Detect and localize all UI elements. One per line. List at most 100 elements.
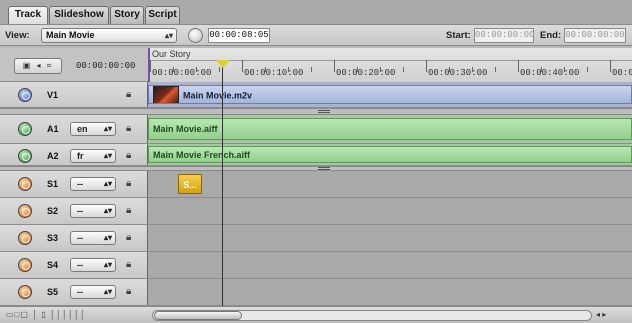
clip-name: Main Movie French.aiff [153,150,251,160]
tab-story[interactable]: Story [110,6,144,24]
stream-select[interactable]: -- ▴▾ [70,258,116,272]
ruler-tick [242,60,243,72]
view-select[interactable]: Main Movie ▴▾ [41,28,177,43]
ruler-tick-label: 00:00:40:00 [520,68,580,78]
stream-select[interactable]: -- ▴▾ [70,285,116,299]
stream-select[interactable]: -- ▴▾ [70,177,116,191]
track-row-v1: V1 🔒︎ Main Movie.m2v [0,82,632,108]
track-enable-icon[interactable] [18,285,32,299]
pane-splitter[interactable] [0,108,632,115]
end-label: End: [540,30,562,41]
ruler-minor-tick [403,67,404,72]
track-enable-icon[interactable] [18,204,32,218]
end-timecode-field[interactable]: 00:00:00:00 [564,28,626,43]
updown-arrow-icon: ▴▾ [103,260,112,269]
ruler-tick [610,60,611,72]
track-lane-s1[interactable]: S... [148,171,632,197]
video-clip[interactable]: Main Movie.m2v [148,85,632,104]
zoom-slider[interactable]: ▭□▢ │ ▯ ││││││ [6,310,142,321]
lock-icon[interactable]: 🔒︎ [126,150,131,161]
track-lane-a2[interactable]: Main Movie French.aiff [148,144,632,165]
ruler-minor-tick [587,67,588,72]
updown-arrow-icon: ▴▾ [164,31,173,40]
lock-icon[interactable]: 🔒︎ [126,232,131,243]
audio-clip[interactable]: Main Movie.aiff [148,118,632,140]
ruler-tick-label: 00:00:10:00 [244,68,304,78]
clock-icon[interactable] [188,28,203,43]
ruler-tick-label: 00:00:20:00 [336,68,396,78]
playhead-timecode-field[interactable]: 00:00:08:05 [208,28,270,43]
track-row-a1: A1 en ▴▾ 🔒︎ Main Movie.aiff [0,115,632,144]
clip-name: S... [183,180,197,190]
track-row-s5: S5 -- ▴▾ 🔒︎ [0,279,632,306]
track-lane-s3[interactable] [148,225,632,251]
track-name: S1 [47,179,59,189]
ruler-tick [150,60,151,72]
lock-icon[interactable]: 🔒︎ [126,286,131,297]
stream-select[interactable]: fr ▴▾ [70,149,116,163]
track-lane-a1[interactable]: Main Movie.aiff [148,115,632,143]
playhead-line[interactable] [222,60,223,308]
clip-name: Main Movie.aiff [153,124,218,134]
view-toolbar: View: Main Movie ▴▾ 00:00:08:05 Start: 0… [0,24,632,46]
stream-select[interactable]: -- ▴▾ [70,204,116,218]
audio-clip[interactable]: Main Movie French.aiff [148,146,632,163]
stream-select[interactable]: en ▴▾ [70,122,116,136]
track-lane-s2[interactable] [148,198,632,224]
track-row-s2: S2 -- ▴▾ 🔒︎ [0,198,632,225]
start-label: Start: [446,30,471,41]
tab-script[interactable]: Script [145,6,180,24]
playhead-handle-icon[interactable] [216,60,230,68]
track-row-s3: S3 -- ▴▾ 🔒︎ [0,225,632,252]
track-enable-icon[interactable] [18,88,32,102]
subtitle-clip[interactable]: S... [178,174,202,194]
track-enable-icon[interactable] [18,149,32,163]
clip-name: Main Movie.m2v [183,90,253,101]
lock-icon[interactable]: 🔒︎ [126,123,131,134]
splitter-grip-icon [318,167,330,170]
track-lane-s4[interactable] [148,252,632,278]
track-enable-icon[interactable] [18,258,32,272]
track-header-s1: S1 -- ▴▾ 🔒︎ [0,171,148,197]
track-name: S3 [47,233,59,243]
updown-arrow-icon: ▴▾ [103,179,112,188]
scroll-arrows-icon[interactable]: ◂ ▸ [596,310,626,321]
updown-arrow-icon: ▴▾ [103,124,112,133]
stream-select[interactable]: -- ▴▾ [70,231,116,245]
scrollbar-thumb[interactable] [154,311,242,320]
stream-selected-value: fr [77,151,84,161]
track-lane-s5[interactable] [148,279,632,305]
track-header-s3: S3 -- ▴▾ 🔒︎ [0,225,148,251]
view-label: View: [5,30,30,41]
stream-selected-value: -- [77,206,83,216]
track-name: A2 [47,151,59,161]
lock-icon[interactable]: 🔒︎ [126,89,131,100]
track-name: V1 [47,90,59,100]
track-header-a1: A1 en ▴▾ 🔒︎ [0,115,148,143]
track-header-a2: A2 fr ▴▾ 🔒︎ [0,144,148,165]
tab-slideshow[interactable]: Slideshow [49,6,109,24]
stream-selected-value: -- [77,287,83,297]
track-view-controls[interactable]: ▣ ◂ ⌗ [14,58,62,74]
story-name: Our Story [152,49,191,59]
track-enable-icon[interactable] [18,231,32,245]
track-header-s5: S5 -- ▴▾ 🔒︎ [0,279,148,305]
track-enable-icon[interactable] [18,177,32,191]
track-row-s4: S4 -- ▴▾ 🔒︎ [0,252,632,279]
timeline-footer: ▭□▢ │ ▯ ││││││ ◂ ▸ [0,306,632,323]
lock-icon[interactable]: 🔒︎ [126,178,131,189]
updown-arrow-icon: ▴▾ [103,151,112,160]
start-timecode-field[interactable]: 00:00:00:00 [474,28,534,43]
track-name: A1 [47,124,59,134]
lock-icon[interactable]: 🔒︎ [126,259,131,270]
stream-selected-value: -- [77,179,83,189]
ruler-minor-tick [311,67,312,72]
stream-selected-value: -- [77,233,83,243]
lock-icon[interactable]: 🔒︎ [126,205,131,216]
tab-track[interactable]: Track [8,6,48,25]
track-lane-v1[interactable]: Main Movie.m2v [148,82,632,107]
track-enable-icon[interactable] [18,122,32,136]
ruler-tick-label: 00:00:00:00 [152,68,212,78]
track-name: S4 [47,260,59,270]
track-header-s4: S4 -- ▴▾ 🔒︎ [0,252,148,278]
